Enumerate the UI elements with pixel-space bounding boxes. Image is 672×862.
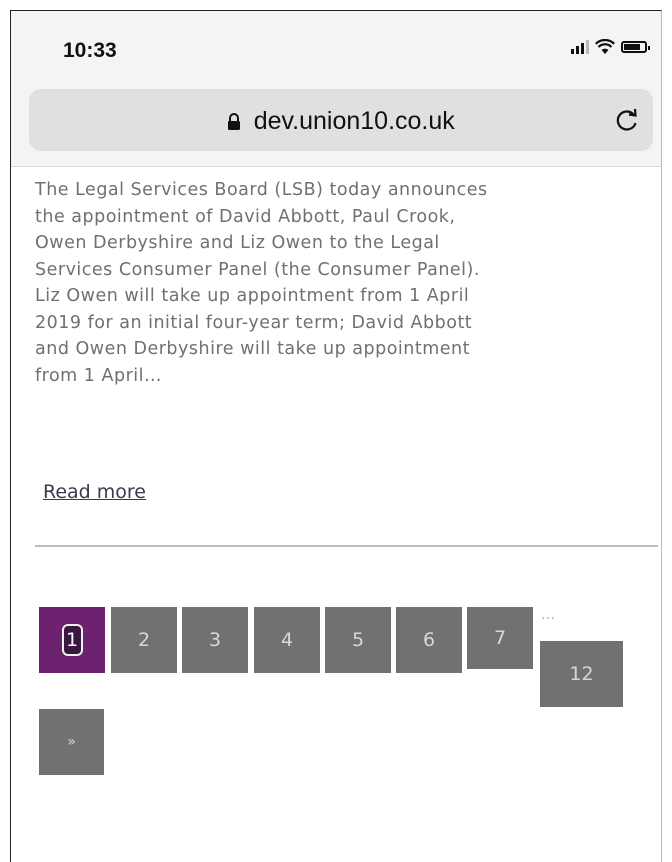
lock-icon [228,112,241,130]
address-bar[interactable]: dev.union10.co.uk [29,89,653,151]
page-label: 5 [351,629,365,651]
page-button-last[interactable]: 12 [540,641,623,707]
signal-icon [571,40,589,54]
excerpt-line: the appointment of David Abbott, Paul Cr… [35,206,456,227]
article-excerpt: The Legal Services Board (LSB) today ann… [35,177,655,389]
next-label: » [67,734,76,750]
excerpt-line: and Owen Derbyshire will take up appoint… [35,339,470,359]
read-more-link[interactable]: Read more [43,481,146,503]
page-button-3[interactable]: 3 [182,607,248,673]
page-button-5[interactable]: 5 [325,607,391,673]
page-button-2[interactable]: 2 [111,607,177,673]
pagination-ellipsis: … [541,607,555,623]
url-text: dev.union10.co.uk [253,107,455,135]
browser-chrome: 10:33 dev.union10.co.uk [11,11,661,167]
battery-icon [621,41,650,53]
phone-screen: 10:33 dev.union10.co.uk The Legal Servic… [10,10,662,862]
divider [35,545,658,547]
page-button-4[interactable]: 4 [254,607,320,673]
page-button-7[interactable]: 7 [467,607,533,669]
excerpt-line: from 1 April… [35,365,162,386]
page-label: 3 [208,629,222,651]
excerpt-line: Owen Derbyshire and Liz Owen to the Lega… [35,233,440,253]
page-label: 2 [137,629,151,651]
page-button-6[interactable]: 6 [396,607,462,673]
wifi-icon [595,39,615,54]
article-content: The Legal Services Board (LSB) today ann… [35,177,658,775]
status-icons [571,39,650,55]
page-label: 1 [61,624,83,656]
pagination: 1 2 3 4 5 6 7 … 12 » [39,607,659,807]
excerpt-line: 2019 for an initial four-year term; Davi… [35,312,473,333]
excerpt-line: The Legal Services Board (LSB) today ann… [35,180,488,200]
page-button-1[interactable]: 1 [39,607,105,673]
page-label: 4 [280,629,294,651]
next-page-button[interactable]: » [39,709,104,775]
status-time: 10:33 [63,39,117,62]
excerpt-line: Liz Owen will take up appointment from 1… [35,286,470,306]
page-label: 6 [422,629,436,651]
reload-icon[interactable] [613,106,641,134]
page-label: 7 [493,627,507,649]
excerpt-line: Services Consumer Panel (the Consumer Pa… [35,259,480,280]
page-label: 12 [569,663,594,685]
